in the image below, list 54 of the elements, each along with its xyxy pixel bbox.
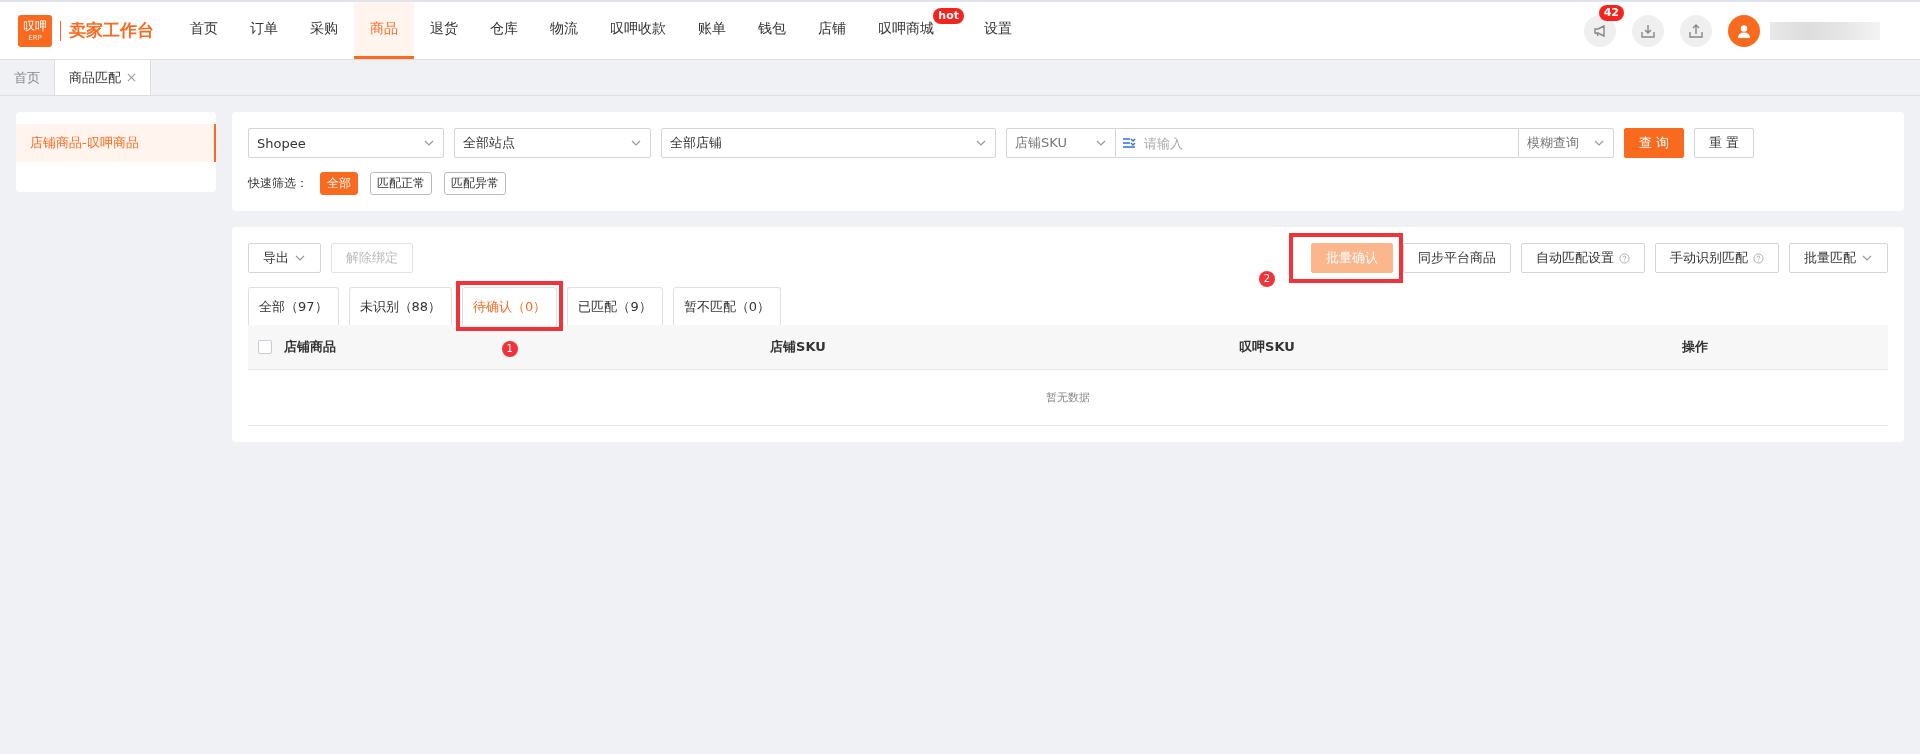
close-icon[interactable]: [127, 73, 136, 82]
announcement-button[interactable]: [1584, 14, 1616, 47]
nav-item[interactable]: 退货: [414, 2, 474, 59]
tab[interactable]: 暂不匹配（0）: [672, 287, 781, 325]
nav-item[interactable]: 叹呷收款: [594, 2, 682, 59]
nav-item[interactable]: 账单: [682, 2, 742, 59]
column-header: 店铺SKU: [770, 339, 826, 354]
column-header: 店铺商品: [284, 339, 336, 354]
nav-item[interactable]: 叹呷商城 hot: [862, 2, 968, 59]
search-field[interactable]: 请输入: [1116, 128, 1518, 158]
avatar[interactable]: [1728, 14, 1760, 47]
app-title: 卖家工作台: [69, 19, 154, 42]
tab[interactable]: 全部（97）: [248, 287, 339, 325]
quick-filter-label: 快速筛选：: [248, 175, 308, 192]
site-select[interactable]: 全部站点: [454, 128, 651, 158]
button[interactable]: 手动识别匹配: [1655, 243, 1779, 273]
download-icon: [1640, 22, 1656, 39]
reset-button[interactable]: 重 置: [1694, 128, 1755, 158]
download-button[interactable]: [1632, 14, 1664, 47]
quick-filter-tag[interactable]: 匹配异常: [444, 172, 506, 195]
button[interactable]: 同步平台商品: [1403, 243, 1511, 273]
empty-message: 暂无数据: [1046, 391, 1090, 404]
list-icon: [1122, 136, 1136, 150]
shop-select[interactable]: 全部店铺: [661, 128, 996, 158]
nav-item[interactable]: 订单: [234, 2, 294, 59]
nav-item[interactable]: 首页: [174, 2, 234, 59]
button[interactable]: 自动匹配设置: [1521, 243, 1645, 273]
help-icon: [1753, 252, 1764, 264]
nav-item[interactable]: 采购: [294, 2, 354, 59]
help-icon: [1619, 252, 1630, 264]
select-all-checkbox[interactable]: [258, 340, 272, 354]
notification-count: 42: [1598, 4, 1624, 21]
match-mode-select[interactable]: 模糊查询: [1518, 128, 1614, 158]
dropdown-button[interactable]: 批量匹配: [1789, 243, 1888, 273]
search-type-select[interactable]: 店铺SKU: [1006, 128, 1116, 158]
column-header: 操作: [1682, 339, 1708, 354]
page-tab[interactable]: 商品匹配: [55, 60, 151, 95]
nav-item[interactable]: 仓库: [474, 2, 534, 59]
hot-badge: hot: [933, 8, 964, 24]
person-icon: [1736, 22, 1752, 39]
megaphone-icon: [1592, 22, 1608, 39]
callout-marker: 2: [1259, 271, 1275, 287]
nav-item[interactable]: 店铺: [802, 2, 862, 59]
nav-item[interactable]: 物流: [534, 2, 594, 59]
platform-select[interactable]: Shopee: [248, 128, 444, 158]
tab[interactable]: 已匹配（9）: [567, 287, 663, 325]
tab[interactable]: 未识别（88）: [348, 287, 453, 325]
quick-filter-tag[interactable]: 匹配正常: [370, 172, 432, 195]
dropdown-button[interactable]: 导出: [248, 243, 321, 273]
nav-item[interactable]: 钱包: [742, 2, 802, 59]
upload-icon: [1688, 22, 1704, 39]
column-header: 叹呷SKU: [1239, 339, 1295, 354]
upload-button[interactable]: [1680, 14, 1712, 47]
nav-item[interactable]: 设置: [968, 2, 1028, 59]
